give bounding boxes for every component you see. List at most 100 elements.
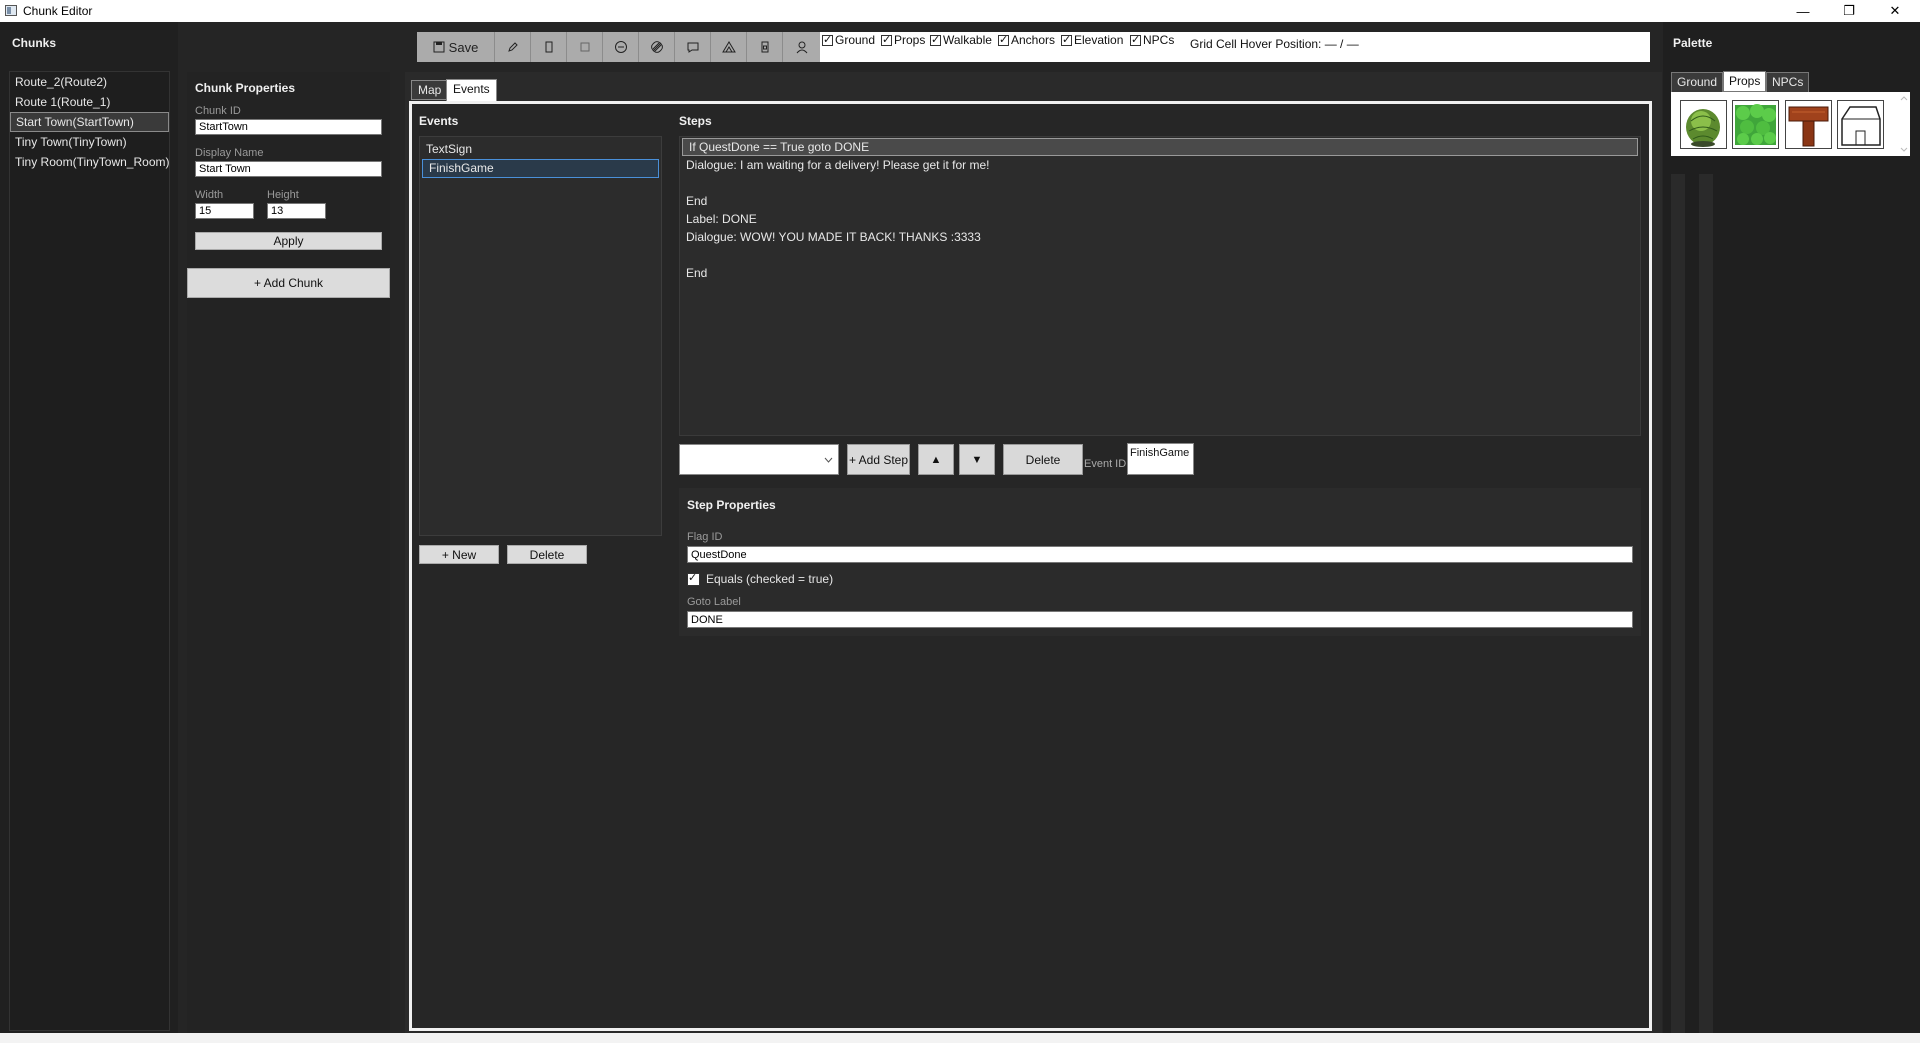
delete-step-button[interactable]: Delete	[1003, 444, 1083, 475]
steps-title: Steps	[679, 114, 712, 128]
display-name-input[interactable]	[195, 161, 382, 177]
layer-toggle-anchors[interactable]: Anchors	[998, 33, 1055, 47]
minimize-button[interactable]: —	[1780, 0, 1826, 22]
layer-toggle-npcs[interactable]: NPCs	[1130, 33, 1174, 47]
event-id-input[interactable]: FinishGame	[1127, 443, 1194, 475]
walkable-checkbox[interactable]	[930, 33, 941, 46]
palette-title: Palette	[1673, 36, 1713, 50]
new-event-button[interactable]: + New	[419, 545, 499, 564]
step-item[interactable]: Label: DONE	[680, 210, 1640, 228]
walkable-label: Walkable	[943, 33, 992, 47]
npc-icon	[796, 41, 807, 54]
flag-id-input[interactable]	[687, 546, 1633, 563]
palette-tab-props[interactable]: Props	[1723, 71, 1767, 92]
step-type-dropdown[interactable]	[679, 444, 839, 475]
warp-icon	[721, 41, 736, 53]
delete-event-button[interactable]: Delete	[507, 545, 587, 564]
move-step-down-button[interactable]: ▼	[959, 444, 995, 475]
height-input[interactable]	[267, 203, 326, 219]
props-checkbox[interactable]	[881, 33, 892, 46]
palette-tile-shrub[interactable]	[1732, 100, 1779, 149]
chunk-item[interactable]: Tiny Room(TinyTown_Room)	[10, 152, 169, 172]
layer-toggle-props[interactable]: Props	[881, 33, 925, 47]
npc-tool-button[interactable]	[783, 32, 820, 62]
step-item[interactable]	[680, 246, 1640, 264]
width-input[interactable]	[195, 203, 254, 219]
event-item[interactable]: TextSign	[420, 140, 661, 159]
npcs-checkbox[interactable]	[1130, 33, 1141, 46]
layer-toggle-elevation[interactable]: Elevation	[1061, 33, 1123, 47]
save-icon	[433, 41, 445, 53]
palette-scrollbar[interactable]	[1899, 94, 1909, 154]
apply-button[interactable]: Apply	[195, 232, 382, 250]
add-chunk-button[interactable]: + Add Chunk	[187, 268, 390, 298]
chunk-item[interactable]: Route_2(Route2)	[10, 72, 169, 92]
goto-label-input[interactable]	[687, 611, 1633, 628]
chunk-id-input[interactable]	[195, 119, 382, 135]
event-item-selected[interactable]: FinishGame	[422, 159, 659, 178]
anchors-checkbox[interactable]	[998, 33, 1009, 46]
tag-icon	[650, 41, 663, 53]
ground-label: Ground	[835, 33, 876, 47]
warp-tool-button[interactable]	[711, 32, 747, 62]
eraser-tool-button[interactable]	[603, 32, 639, 62]
palette-column	[1671, 174, 1685, 1034]
rect-icon	[545, 41, 552, 53]
palette-tiles	[1671, 92, 1910, 156]
chunk-item[interactable]: Route 1(Route_1)	[10, 92, 169, 112]
chunk-item-selected[interactable]: Start Town(StartTown)	[10, 112, 169, 132]
shrub-icon	[1735, 104, 1776, 145]
height-label: Height	[267, 189, 299, 201]
move-step-up-button[interactable]: ▲	[918, 444, 954, 475]
chunk-item[interactable]: Tiny Town(TinyTown)	[10, 132, 169, 152]
status-strip	[0, 1033, 1920, 1043]
hover-position-readout: Grid Cell Hover Position: — / —	[1190, 37, 1359, 51]
toolbar: Save	[417, 32, 820, 62]
house-icon	[1841, 106, 1881, 146]
palette-tab-npcs[interactable]: NPCs	[1766, 72, 1810, 93]
title-bar: Chunk Editor — ❐ ✕	[0, 0, 1920, 22]
close-button[interactable]: ✕	[1872, 0, 1918, 22]
palette-tile-bush[interactable]	[1680, 100, 1727, 149]
step-item[interactable]: Dialogue: I am waiting for a delivery! P…	[680, 156, 1640, 174]
step-item[interactable]: Dialogue: WOW! YOU MADE IT BACK! THANKS …	[680, 228, 1640, 246]
tab-map[interactable]: Map	[411, 80, 449, 100]
chunk-properties-title: Chunk Properties	[195, 81, 296, 95]
palette-column	[1699, 174, 1713, 1034]
steps-list[interactable]: If QuestDone == True goto DONE Dialogue:…	[679, 136, 1641, 436]
events-title: Events	[419, 114, 459, 128]
props-label: Props	[894, 33, 926, 47]
eraser-icon	[614, 41, 627, 53]
door-tool-button[interactable]	[747, 32, 783, 62]
elevation-checkbox[interactable]	[1061, 33, 1072, 46]
step-properties-panel: Step Properties Flag ID Equals (checked …	[679, 488, 1641, 636]
fill-tool-button[interactable]	[567, 32, 603, 62]
event-id-label: Event ID	[1084, 458, 1127, 470]
equals-toggle[interactable]: Equals (checked = true)	[687, 571, 833, 586]
tag-tool-button[interactable]	[639, 32, 675, 62]
palette-tile-signpost[interactable]	[1785, 100, 1832, 149]
speech-tool-button[interactable]	[675, 32, 711, 62]
events-list[interactable]: TextSign FinishGame	[419, 136, 662, 536]
pencil-tool-button[interactable]	[495, 32, 531, 62]
rect-tool-button[interactable]	[531, 32, 567, 62]
equals-checkbox[interactable]	[687, 571, 700, 586]
step-item[interactable]: End	[680, 264, 1640, 282]
palette-tab-ground[interactable]: Ground	[1671, 72, 1724, 93]
chunk-properties-panel: Chunk Properties Chunk ID Display Name W…	[187, 72, 390, 1033]
step-properties-title: Step Properties	[687, 498, 776, 512]
save-button[interactable]: Save	[417, 32, 495, 62]
step-item[interactable]: End	[680, 192, 1640, 210]
step-item[interactable]	[680, 174, 1640, 192]
maximize-button[interactable]: ❐	[1826, 0, 1872, 22]
ground-checkbox[interactable]	[822, 33, 833, 46]
palette-tile-house[interactable]	[1837, 100, 1884, 149]
step-item-selected[interactable]: If QuestDone == True goto DONE	[682, 138, 1638, 156]
display-name-label: Display Name	[195, 147, 264, 159]
layer-toggle-ground[interactable]: Ground	[822, 33, 875, 47]
chunk-list[interactable]: Route_2(Route2) Route 1(Route_1) Start T…	[9, 71, 170, 1031]
door-icon	[761, 41, 768, 53]
tab-events[interactable]: Events	[446, 79, 497, 101]
layer-toggle-walkable[interactable]: Walkable	[930, 33, 992, 47]
add-step-button[interactable]: + Add Step	[847, 444, 910, 475]
